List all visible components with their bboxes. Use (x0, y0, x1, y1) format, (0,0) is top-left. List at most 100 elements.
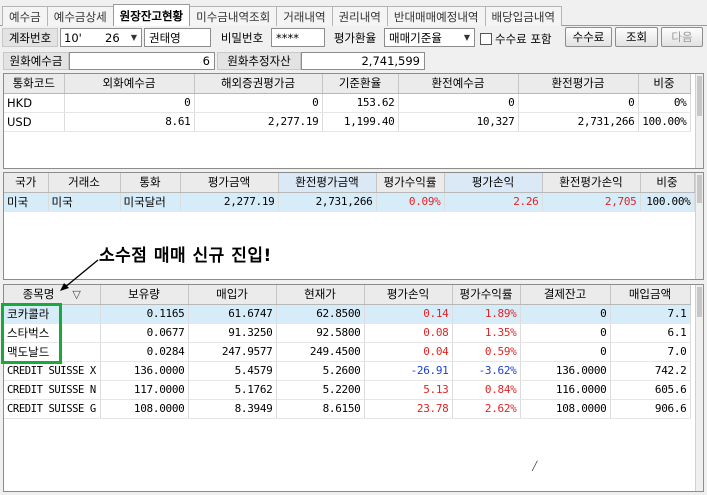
table-cell: 1,199.40 (322, 112, 399, 132)
table-cell: 0 (520, 323, 611, 343)
column-header[interactable]: 평가수익률 (376, 173, 445, 193)
table-row[interactable]: CREDIT SUISSE X 136.0000 5.4579 5.2600 -… (4, 361, 691, 381)
column-header[interactable]: 환전평가손익 (542, 173, 641, 193)
column-header[interactable]: 해외증권평가금 (194, 74, 323, 94)
table-cell: 91.3250 (188, 323, 277, 343)
chevron-down-icon[interactable]: ▼ (127, 29, 141, 46)
tab-deposit[interactable]: 예수금 (2, 6, 48, 26)
annotation-arrow-icon (60, 259, 99, 291)
tab-ledger-balance[interactable]: 원장잔고현황 (112, 4, 191, 26)
table-cell: 62.8500 (276, 304, 365, 324)
account-number-value: 10' (64, 30, 82, 45)
cursor-mark: ╱ (532, 462, 538, 472)
column-header[interactable]: 현재가 (276, 285, 365, 305)
table-row[interactable]: HKD 0 0 153.62 0 0 0% (4, 93, 691, 113)
tab-dividends[interactable]: 배당입금내역 (484, 6, 562, 26)
tab-receivables[interactable]: 미수금내역조회 (189, 6, 278, 26)
table-row[interactable]: USD 8.61 2,277.19 1,199.40 10,327 2,731,… (4, 112, 691, 132)
table-row[interactable]: 스타벅스 0.0677 91.3250 92.5800 0.08 1.35% 0… (4, 323, 691, 343)
table-cell: 7.0 (610, 342, 691, 362)
column-header[interactable]: 환전평가금액 (278, 173, 377, 193)
summary-row: 원화예수금 6 원화추정자산 2,741,599 (0, 52, 707, 70)
scrollbar-thumb[interactable] (697, 76, 702, 116)
table-cell: 116.0000 (520, 380, 611, 400)
checkbox-icon[interactable] (480, 33, 492, 45)
fee-button[interactable]: 수수료 (565, 27, 612, 47)
column-header[interactable]: 환전예수금 (398, 74, 519, 94)
column-header[interactable]: 국가 (4, 173, 49, 193)
column-header[interactable]: 평가손익 (364, 285, 453, 305)
table-row[interactable]: CREDIT SUISSE N 117.0000 5.1762 5.2200 5… (4, 380, 691, 400)
table-cell: 6.1 (610, 323, 691, 343)
table-cell: 1.89% (452, 304, 521, 324)
table-cell: 23.78 (364, 399, 453, 419)
vertical-scrollbar[interactable] (695, 285, 703, 491)
stock-name: CREDIT SUISSE N (4, 380, 101, 400)
column-header[interactable]: 환전평가금 (518, 74, 639, 94)
next-button[interactable]: 다음 (661, 27, 703, 47)
table-cell: 0 (520, 304, 611, 324)
table-cell: 0 (518, 93, 639, 113)
chevron-down-icon[interactable]: ▼ (460, 29, 474, 46)
table-row[interactable]: 코카콜라 0.1165 61.6747 62.8500 0.14 1.89% 0… (4, 304, 691, 324)
column-header[interactable]: 평가손익 (444, 173, 543, 193)
table-cell: -26.91 (364, 361, 453, 381)
table-cell: 100.00% (640, 192, 695, 212)
table-cell: 61.6747 (188, 304, 277, 324)
table-cell: 5.4579 (188, 361, 277, 381)
currency-code: HKD (4, 93, 65, 113)
account-number-select[interactable]: 10' 26 ▼ (60, 28, 142, 47)
column-header[interactable]: 기준환율 (322, 74, 399, 94)
column-header[interactable]: 보유량 (100, 285, 189, 305)
column-header[interactable]: 결제잔고 (520, 285, 611, 305)
table-row[interactable]: CREDIT SUISSE G 108.0000 8.3949 8.6150 2… (4, 399, 691, 419)
tab-forced-sale[interactable]: 반대매매예정내역 (386, 6, 486, 26)
deposit-label: 원화예수금 (3, 52, 69, 70)
tab-bar: 예수금 예수금상세 원장잔고현황 미수금내역조회 거래내역 권리내역 반대매매예… (0, 4, 707, 26)
table-cell: 1.35% (452, 323, 521, 343)
column-header[interactable]: 평가수익률 (452, 285, 521, 305)
query-button[interactable]: 조회 (615, 27, 658, 47)
table-cell: 2,731,266 (518, 112, 639, 132)
fee-include-label: 수수료 포함 (495, 32, 552, 46)
column-header[interactable]: 통화 (120, 173, 181, 193)
table-cell: 136.0000 (100, 361, 189, 381)
tab-transactions[interactable]: 거래내역 (276, 6, 333, 26)
vertical-scrollbar[interactable] (695, 74, 703, 168)
table-cell: 136.0000 (520, 361, 611, 381)
table-cell: 108.0000 (520, 399, 611, 419)
column-header[interactable]: 비중 (640, 173, 695, 193)
column-header[interactable]: 외화예수금 (64, 74, 195, 94)
deposit-value: 6 (69, 52, 215, 70)
column-header[interactable]: 통화코드 (4, 74, 65, 94)
scrollbar-thumb[interactable] (697, 287, 702, 317)
fee-include-checkbox[interactable]: 수수료 포함 (480, 31, 552, 47)
stock-name: 코카콜라 (4, 304, 101, 324)
column-header[interactable]: 비중 (638, 74, 691, 94)
table-row[interactable]: 맥도날드 0.0284 247.9577 249.4500 0.04 0.59%… (4, 342, 691, 362)
vertical-scrollbar[interactable] (695, 173, 703, 279)
tab-rights[interactable]: 권리내역 (331, 6, 388, 26)
eval-rate-select[interactable]: 매매기준율 ▼ (384, 28, 475, 47)
tab-deposit-detail[interactable]: 예수금상세 (46, 6, 114, 26)
scrollbar-thumb[interactable] (697, 175, 702, 203)
stock-name: 스타벅스 (4, 323, 101, 343)
column-header[interactable]: 매입가 (188, 285, 277, 305)
table-cell: 5.1762 (188, 380, 277, 400)
currency-table: 통화코드 외화예수금 해외증권평가금 기준환율 환전예수금 환전평가금 비중 H… (4, 74, 691, 132)
table-cell: 906.6 (610, 399, 691, 419)
column-header[interactable]: 평가금액 (180, 173, 279, 193)
password-input[interactable]: **** (271, 28, 325, 47)
table-cell: 0 (520, 342, 611, 362)
table-cell: 2,277.19 (194, 112, 323, 132)
column-header[interactable]: 매입금액 (610, 285, 691, 305)
table-cell: 2.62% (452, 399, 521, 419)
table-row[interactable]: 미국 미국 미국달러 2,277.19 2,731,266 0.09% 2.26… (4, 192, 695, 212)
table-cell: 0.1165 (100, 304, 189, 324)
holdings-table: 종목명 ▽ 보유량 매입가 현재가 평가손익 평가수익률 결제잔고 매입금액 코카… (4, 285, 691, 419)
table-cell: 미국 (4, 192, 49, 212)
column-header[interactable]: 거래소 (48, 173, 121, 193)
table-cell: 2.26 (444, 192, 543, 212)
table-cell: 0 (64, 93, 195, 113)
account-label: 계좌번호 (2, 28, 58, 47)
